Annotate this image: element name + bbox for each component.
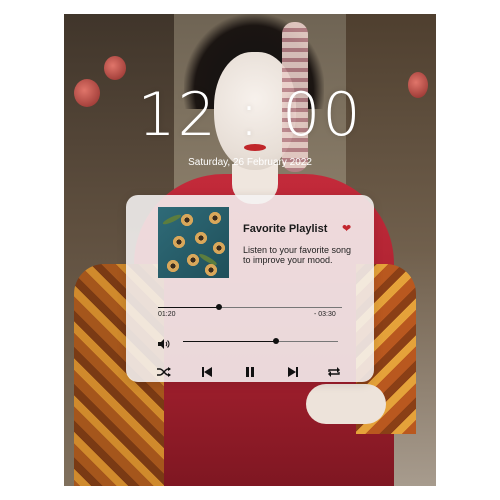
next-icon[interactable] xyxy=(285,365,301,379)
progress-handle[interactable] xyxy=(215,304,222,310)
progress-fill xyxy=(158,307,219,308)
lockscreen-date: Saturday, 26 February 2022 xyxy=(188,157,312,168)
volume-icon[interactable] xyxy=(158,336,170,349)
previous-icon[interactable] xyxy=(199,365,215,379)
remaining-time: - 03:30 xyxy=(314,311,336,318)
repeat-icon[interactable] xyxy=(326,365,342,379)
volume-fill xyxy=(183,341,276,342)
lantern-decoration xyxy=(104,56,126,80)
heart-icon[interactable]: ❤ xyxy=(342,222,351,235)
elapsed-time: 01:20 xyxy=(158,311,176,318)
lockscreen: 12 : 00 Saturday, 26 February 2022 Favor… xyxy=(64,14,436,486)
music-player-widget: Favorite Playlist ❤ Listen to your favor… xyxy=(126,195,374,382)
album-cover[interactable] xyxy=(158,207,229,278)
volume-handle[interactable] xyxy=(273,338,279,344)
playlist-title: Favorite Playlist xyxy=(243,223,328,235)
pause-icon[interactable] xyxy=(242,365,258,379)
shuffle-icon[interactable] xyxy=(156,365,172,379)
volume-slider[interactable] xyxy=(183,338,338,344)
background-hand xyxy=(306,384,386,424)
playlist-description: Listen to your favorite song to improve … xyxy=(243,245,352,265)
lockscreen-clock: 12 : 00 xyxy=(137,80,363,150)
progress-bar[interactable] xyxy=(158,304,342,310)
